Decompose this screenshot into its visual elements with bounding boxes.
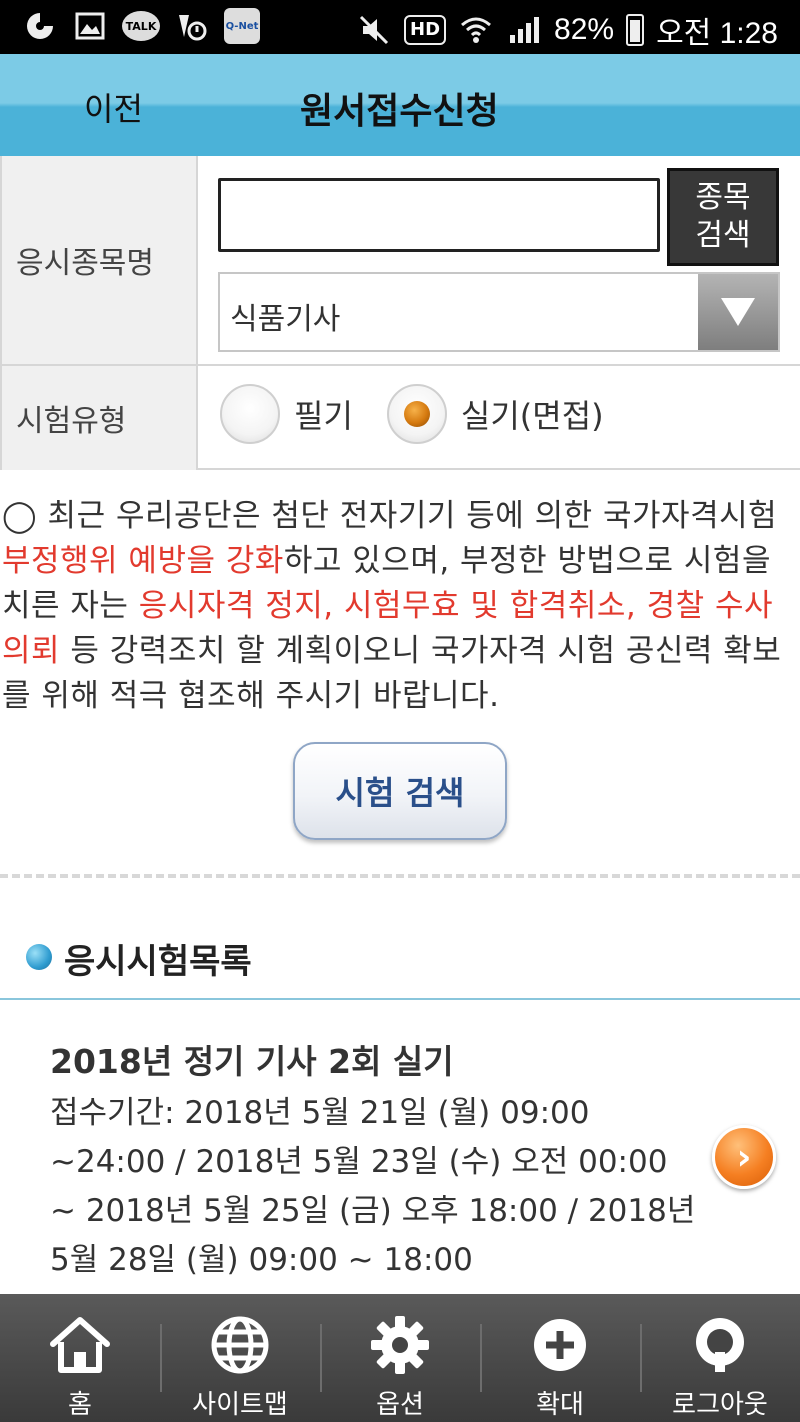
notice-highlight-1: 부정행위 예방을 강화	[2, 543, 284, 579]
notification-icon	[174, 8, 210, 44]
radio-unchecked-icon[interactable]	[220, 384, 280, 444]
subject-search-button[interactable]: 종목 검색	[667, 168, 779, 266]
plus-circle-icon	[534, 1319, 586, 1371]
hd-voice-icon: HD	[404, 15, 447, 45]
nav-sitemap[interactable]: 사이트맵	[160, 1294, 320, 1422]
mute-icon	[356, 12, 392, 48]
exam-period: 접수기간: 2018년 5월 21일 (월) 09:00 ~24:00 / 20…	[50, 1095, 696, 1278]
app-header: 이전 원서접수신청	[0, 54, 800, 156]
exam-type-row: 시험유형 필기 실기(면접)	[0, 366, 800, 470]
selected-subject: 식품기사	[230, 302, 341, 337]
fraud-notice: ◯ 최근 우리공단은 첨단 전자기기 등에 의한 국가자격시험 부정행위 예방을…	[2, 494, 798, 719]
back-button[interactable]: 이전	[84, 84, 143, 130]
subject-search-button-label: 종목 검색	[695, 180, 751, 253]
nav-logout[interactable]: 로그아웃	[640, 1294, 800, 1422]
application-form: 응시종목명 종목 검색 식품기사 시험유형 필기 실기(면접)	[0, 156, 800, 470]
subject-search-input[interactable]	[218, 178, 660, 252]
notice-text-1: ◯ 최근 우리공단은 첨단 전자기기 등에 의한 국가자격시험	[2, 498, 778, 534]
nav-sitemap-label: 사이트맵	[192, 1390, 288, 1420]
exam-list-section: 응시시험목록	[0, 930, 800, 1000]
radio-practical-label: 실기(면접)	[460, 397, 604, 435]
battery-icon	[626, 14, 645, 46]
radio-written-label: 필기	[294, 397, 353, 435]
section-title: 응시시험목록	[64, 942, 252, 982]
subject-row: 응시종목명 종목 검색 식품기사	[0, 156, 800, 366]
wifi-icon	[458, 12, 494, 48]
bullet-icon	[26, 944, 52, 970]
divider	[0, 874, 800, 878]
notice-text-3: 등 강력조치 할 계획이오니 국가자격 시험 공신력 확보를 위해 적극 협조해…	[2, 633, 782, 714]
clock: 오전 1:28	[656, 17, 778, 50]
radio-written[interactable]: 필기	[220, 384, 353, 444]
nav-home-label: 홈	[68, 1390, 92, 1420]
nav-home[interactable]: 홈	[0, 1294, 160, 1422]
radio-practical[interactable]: 실기(면접)	[386, 384, 604, 444]
nav-zoom-label: 확대	[536, 1390, 584, 1420]
page-title: 원서접수신청	[300, 91, 499, 132]
battery-percent: 82%	[554, 13, 615, 46]
status-notifications: TALK Q-Net	[22, 8, 260, 44]
gallery-icon	[72, 8, 108, 44]
logout-icon	[696, 1318, 744, 1372]
globe-icon	[211, 1316, 269, 1374]
home-icon	[50, 1317, 110, 1373]
exam-type-label: 시험유형	[0, 366, 198, 470]
nav-logout-label: 로그아웃	[672, 1390, 768, 1420]
subject-label: 응시종목명	[0, 156, 198, 364]
kakaotalk-icon: TALK	[122, 11, 160, 41]
chevron-right-icon[interactable]: ›	[712, 1125, 776, 1189]
bottom-nav: 홈 사이트맵 옵션 확대 로그아웃	[0, 1294, 800, 1422]
exam-title: 2018년 정기 기사 2회 실기	[50, 1042, 454, 1081]
signal-icon	[506, 12, 542, 48]
dropdown-arrow-icon[interactable]	[698, 274, 778, 350]
status-bar: TALK Q-Net HD 82% 오전 1:28	[0, 0, 800, 54]
gear-icon	[371, 1316, 429, 1374]
status-system: HD 82% 오전 1:28	[356, 8, 778, 52]
app-notification-icon	[22, 8, 58, 44]
subject-select[interactable]: 식품기사	[218, 272, 780, 352]
exam-search-button[interactable]: 시험 검색	[293, 742, 507, 840]
radio-checked-icon[interactable]	[386, 384, 447, 444]
exam-list-item[interactable]: 2018년 정기 기사 2회 실기 접수기간: 2018년 5월 21일 (월)…	[0, 1001, 800, 1293]
nav-zoom[interactable]: 확대	[480, 1294, 640, 1422]
nav-options[interactable]: 옵션	[320, 1294, 480, 1422]
nav-options-label: 옵션	[376, 1390, 424, 1420]
qnet-icon: Q-Net	[224, 8, 260, 44]
exam-type-radio-group: 필기 실기(면접)	[220, 384, 638, 444]
